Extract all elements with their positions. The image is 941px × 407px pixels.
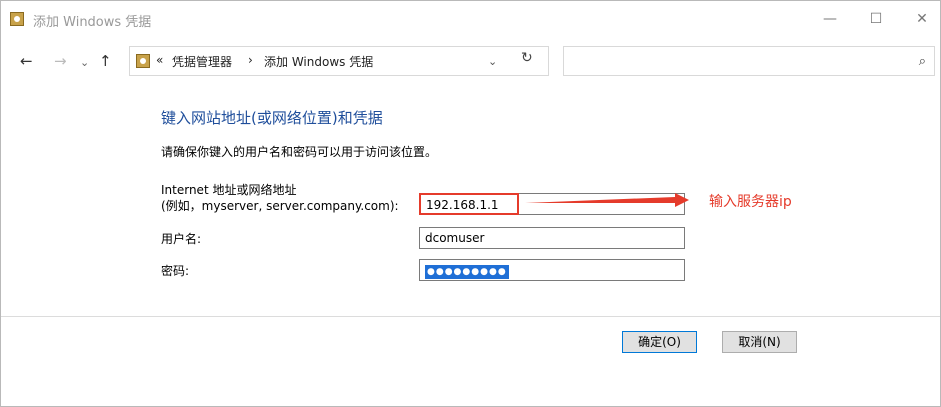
breadcrumb-add-credential[interactable]: 添加 Windows 凭据 [264,53,373,70]
search-input[interactable]: ⌕ [563,46,935,76]
password-value: ●●●●●●●●● [425,265,509,279]
address-field[interactable]: 192.168.1.1 [419,193,519,215]
forward-button[interactable]: → [54,52,67,70]
page-heading: 键入网站地址(或网络位置)和凭据 [161,109,383,127]
annotation-text: 输入服务器ip [709,194,792,210]
username-label: 用户名: [161,232,202,246]
maximize-button[interactable]: ☐ [864,9,888,29]
annotation-arrow-icon [525,193,689,207]
close-button[interactable]: ✕ [910,9,934,29]
recent-locations-chevron-icon[interactable]: ⌄ [80,56,89,69]
address-label-line2: (例如，myserver, server.company.com): [161,199,399,213]
credential-manager-icon [10,12,24,26]
page-subtitle: 请确保你键入的用户名和密码可以用于访问该位置。 [161,145,438,159]
up-button[interactable]: ↑ [99,52,112,70]
breadcrumb-overflow[interactable]: « [156,53,163,67]
minimize-button[interactable]: — [818,9,842,29]
cancel-button[interactable]: 取消(N) [722,331,797,353]
address-bar[interactable]: « 凭据管理器 › 添加 Windows 凭据 ⌄ [129,46,549,76]
window-title: 添加 Windows 凭据 [33,15,152,30]
back-button[interactable]: ← [20,52,33,70]
folder-icon [136,54,150,68]
search-icon[interactable]: ⌕ [919,54,926,69]
breadcrumb-separator[interactable]: › [248,53,253,67]
breadcrumb-credential-manager[interactable]: 凭据管理器 [172,53,232,70]
address-label-line1: Internet 地址或网络地址 [161,183,297,197]
address-dropdown-chevron-icon[interactable]: ⌄ [488,55,497,68]
password-label: 密码: [161,264,190,278]
divider [1,316,940,317]
title-bar: 添加 Windows 凭据 — ☐ ✕ [1,1,940,39]
password-field[interactable]: ●●●●●●●●● [419,259,685,281]
username-field[interactable]: dcomuser [419,227,685,249]
ok-button[interactable]: 确定(O) [622,331,697,353]
refresh-button[interactable]: ↻ [521,50,533,66]
